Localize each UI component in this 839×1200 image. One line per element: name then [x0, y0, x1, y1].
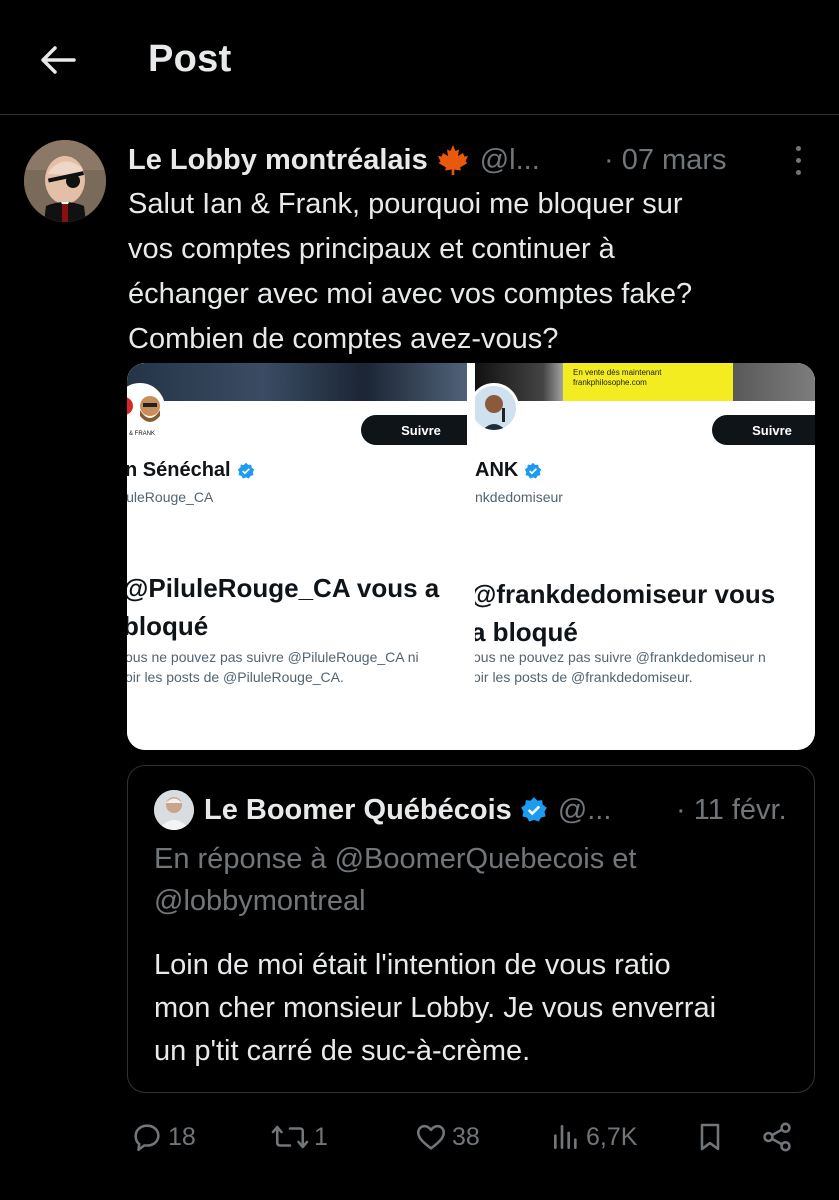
media-image-1[interactable]: & FRANK Suivre n Sénéchal luleRouge_CA @…	[127, 363, 467, 750]
reply-button[interactable]: 18	[130, 1118, 196, 1156]
avatar-caption: & FRANK	[129, 431, 156, 437]
post-date[interactable]: · 07 mars	[604, 140, 726, 180]
like-button[interactable]: 38	[414, 1118, 480, 1156]
repost-count: 1	[314, 1122, 328, 1151]
views-count: 6,7K	[586, 1122, 638, 1151]
banner-ad: En vente dès maintenant frankphilosophe.…	[563, 363, 733, 401]
share-icon	[763, 1122, 791, 1152]
verified-badge-icon	[520, 797, 547, 822]
follow-button[interactable]: Suivre	[361, 415, 467, 445]
profile-name: n Sénéchal	[127, 459, 255, 482]
views-button[interactable]: 6,7K	[550, 1118, 637, 1156]
follow-button[interactable]: Suivre	[712, 415, 815, 445]
bookmark-icon	[700, 1123, 720, 1151]
reply-icon	[134, 1124, 160, 1152]
heart-icon	[416, 1124, 446, 1150]
reply-context: En réponse à @BoomerQuebecois et @lobbym…	[154, 843, 637, 917]
page-title: Post	[148, 38, 232, 80]
verified-badge-icon	[525, 462, 542, 478]
more-icon	[795, 145, 801, 151]
blocked-description: ous ne pouvez pas suivre @frankdedomiseu…	[475, 649, 766, 685]
profile-name: ANK	[475, 459, 542, 482]
blocked-description: ous ne pouvez pas suivre @PiluleRouge_CA…	[127, 649, 419, 685]
more-options-button[interactable]	[786, 142, 810, 178]
author-handle[interactable]: @l...	[480, 144, 540, 177]
quoted-author-avatar	[154, 790, 194, 830]
banner-line-1: En vente dès maintenant	[573, 368, 662, 377]
profile-handle: nkdedomiseur	[475, 489, 563, 505]
profile-name-text: n Sénéchal	[127, 459, 231, 481]
verified-badge-icon	[237, 462, 254, 478]
quoted-author-name: Le Boomer Québécois	[204, 793, 512, 826]
author-avatar[interactable]	[24, 140, 106, 222]
bookmark-button[interactable]	[694, 1118, 726, 1156]
repost-button[interactable]: 1	[270, 1118, 328, 1156]
media-image-2[interactable]: En vente dès maintenant frankphilosophe.…	[475, 363, 815, 750]
reply-count: 18	[168, 1122, 196, 1151]
arrow-left-icon	[41, 46, 76, 74]
repost-icon	[271, 1125, 309, 1149]
profile-banner	[127, 363, 467, 401]
banner-line-2: frankphilosophe.com	[573, 378, 647, 387]
maple-leaf-icon	[436, 143, 470, 177]
quoted-author-handle: @...	[557, 793, 612, 826]
profile-avatar-image	[475, 383, 519, 433]
back-button[interactable]	[36, 40, 80, 80]
post-media-grid[interactable]: & FRANK Suivre n Sénéchal luleRouge_CA @…	[127, 363, 815, 750]
quoted-post[interactable]: Le Boomer Québécois @... · 11 févr. En r…	[127, 765, 815, 1093]
action-bar: 18 1 38 6,7K	[0, 1112, 839, 1162]
quoted-text: Loin de moi était l'intention de vous ra…	[154, 949, 717, 1067]
like-count: 38	[452, 1122, 480, 1151]
top-bar: Post	[0, 0, 839, 115]
blocked-title: @PiluleRouge_CA vous a bloqué	[127, 573, 440, 641]
share-button[interactable]	[760, 1118, 794, 1156]
blocked-title: @frankdedomiseur vous a bloqué	[475, 579, 776, 647]
post-text: Salut Ian & Frank, pourquoi me bloquer s…	[128, 188, 693, 355]
quoted-date: · 11 févr.	[676, 794, 787, 826]
views-chart-icon	[554, 1125, 577, 1149]
profile-name-text: ANK	[475, 459, 519, 481]
author-name[interactable]: Le Lobby montréalais	[128, 144, 428, 177]
profile-handle: luleRouge_CA	[127, 489, 214, 505]
